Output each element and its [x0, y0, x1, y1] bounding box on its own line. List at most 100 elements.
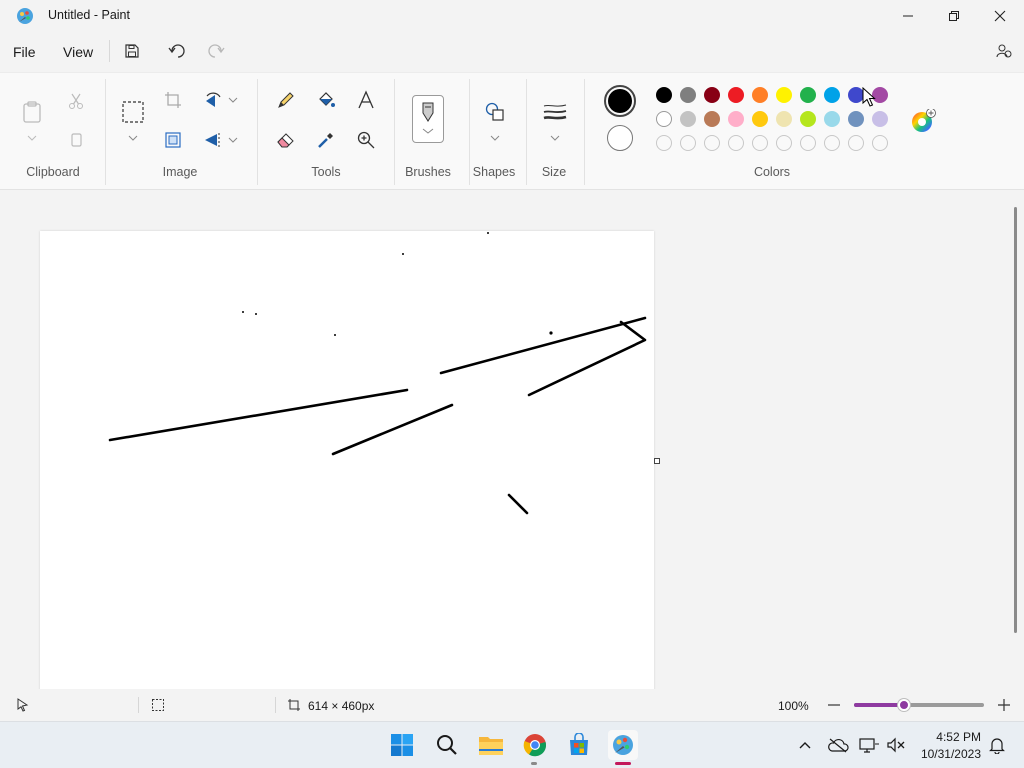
close-button[interactable]	[977, 0, 1023, 32]
paint-taskbar-icon[interactable]	[608, 730, 638, 760]
microsoft-store-icon[interactable]	[564, 730, 594, 760]
canvas-drawing	[108, 232, 647, 515]
search-icon[interactable]	[432, 730, 462, 760]
text-icon[interactable]	[354, 88, 378, 112]
primary-color-button[interactable]	[604, 85, 636, 117]
custom-color-slot[interactable]	[824, 135, 840, 151]
custom-color-slot[interactable]	[872, 135, 888, 151]
group-label-size: Size	[541, 165, 567, 179]
color-swatch[interactable]	[848, 111, 864, 127]
menu-view[interactable]: View	[63, 44, 93, 60]
undo-icon[interactable]	[166, 40, 188, 62]
rotate-chevron-icon[interactable]	[228, 95, 238, 105]
cursor-position-icon	[16, 698, 30, 715]
custom-color-slot[interactable]	[656, 135, 672, 151]
group-label-brushes: Brushes	[405, 165, 451, 179]
eraser-icon[interactable]	[274, 128, 298, 152]
ribbon-separator	[394, 79, 395, 185]
color-swatch[interactable]	[752, 111, 768, 127]
flip-chevron-icon[interactable]	[228, 135, 238, 145]
color-swatch[interactable]	[656, 111, 672, 127]
color-swatch[interactable]	[872, 111, 888, 127]
shapes-icon[interactable]	[482, 99, 508, 125]
zoom-slider[interactable]	[854, 699, 984, 711]
vertical-scrollbar[interactable]	[1014, 207, 1017, 633]
cut-icon[interactable]	[64, 89, 88, 113]
magnifier-icon[interactable]	[354, 128, 378, 152]
color-swatch[interactable]	[800, 111, 816, 127]
color-picker-icon[interactable]	[314, 128, 338, 152]
color-swatch[interactable]	[680, 111, 696, 127]
pencil-icon[interactable]	[274, 88, 298, 112]
custom-color-slot[interactable]	[848, 135, 864, 151]
resize-icon[interactable]	[161, 128, 185, 152]
size-chevron-icon[interactable]	[550, 133, 560, 143]
color-swatch[interactable]	[728, 111, 744, 127]
zoom-level-text[interactable]: 100%	[778, 699, 809, 713]
volume-muted-icon[interactable]	[884, 730, 908, 760]
flip-icon[interactable]	[201, 128, 225, 152]
paint-app-icon	[16, 7, 34, 25]
color-swatch[interactable]	[776, 111, 792, 127]
color-swatch[interactable]	[656, 87, 672, 103]
shapes-chevron-icon[interactable]	[490, 133, 500, 143]
custom-color-slot[interactable]	[704, 135, 720, 151]
copy-icon[interactable]	[64, 128, 88, 152]
color-swatch[interactable]	[728, 87, 744, 103]
custom-color-slot[interactable]	[752, 135, 768, 151]
selection-size-icon	[151, 698, 165, 715]
menu-file[interactable]: File	[13, 44, 36, 60]
group-label-colors: Colors	[753, 165, 791, 179]
zoom-out-icon[interactable]	[827, 698, 841, 715]
restore-button[interactable]	[931, 0, 977, 32]
select-chevron-icon[interactable]	[128, 133, 138, 143]
color-swatch[interactable]	[704, 111, 720, 127]
size-icon[interactable]	[541, 99, 569, 125]
brushes-button[interactable]	[412, 95, 444, 143]
custom-color-slot[interactable]	[776, 135, 792, 151]
clock-date[interactable]: 10/31/2023	[915, 747, 981, 761]
chrome-running-indicator	[531, 762, 537, 765]
account-icon[interactable]	[993, 40, 1015, 62]
custom-color-slot[interactable]	[800, 135, 816, 151]
status-bar: 614 × 460px 100%	[0, 689, 1024, 721]
chrome-icon[interactable]	[520, 730, 550, 760]
zoom-slider-thumb[interactable]	[898, 699, 911, 711]
canvas-area	[0, 191, 1024, 691]
color-swatch[interactable]	[776, 87, 792, 103]
fill-icon[interactable]	[314, 88, 338, 112]
clock-time[interactable]: 4:52 PM	[915, 730, 981, 744]
canvas-resize-handle[interactable]	[654, 458, 660, 464]
rotate-icon[interactable]	[201, 88, 225, 112]
paste-icon[interactable]	[20, 99, 44, 125]
group-label-tools: Tools	[311, 165, 341, 179]
minimize-button[interactable]	[885, 0, 931, 32]
color-swatch[interactable]	[800, 87, 816, 103]
ribbon-separator	[257, 79, 258, 185]
menu-bar: File View	[0, 32, 1024, 72]
custom-color-slot[interactable]	[728, 135, 744, 151]
color-swatch[interactable]	[824, 87, 840, 103]
drawing-canvas[interactable]	[40, 231, 654, 691]
color-swatch[interactable]	[680, 87, 696, 103]
color-swatch[interactable]	[752, 87, 768, 103]
crop-icon[interactable]	[161, 88, 185, 112]
group-label-clipboard: Clipboard	[26, 165, 80, 179]
onedrive-icon[interactable]	[826, 730, 850, 760]
custom-color-slot[interactable]	[680, 135, 696, 151]
show-hidden-icons-icon[interactable]	[794, 730, 816, 760]
color-swatch[interactable]	[824, 111, 840, 127]
color-swatch[interactable]	[704, 87, 720, 103]
network-icon[interactable]	[857, 730, 881, 760]
edit-colors-icon[interactable]	[910, 108, 936, 135]
group-label-image: Image	[162, 165, 198, 179]
save-icon[interactable]	[121, 40, 143, 62]
paste-chevron-icon[interactable]	[27, 133, 37, 143]
zoom-in-icon[interactable]	[997, 698, 1011, 715]
secondary-color-button[interactable]	[607, 125, 633, 151]
redo-icon[interactable]	[205, 40, 227, 62]
select-icon[interactable]	[120, 99, 146, 125]
start-icon[interactable]	[387, 730, 417, 760]
file-explorer-icon[interactable]	[476, 730, 506, 760]
notification-bell-icon[interactable]	[986, 730, 1008, 760]
